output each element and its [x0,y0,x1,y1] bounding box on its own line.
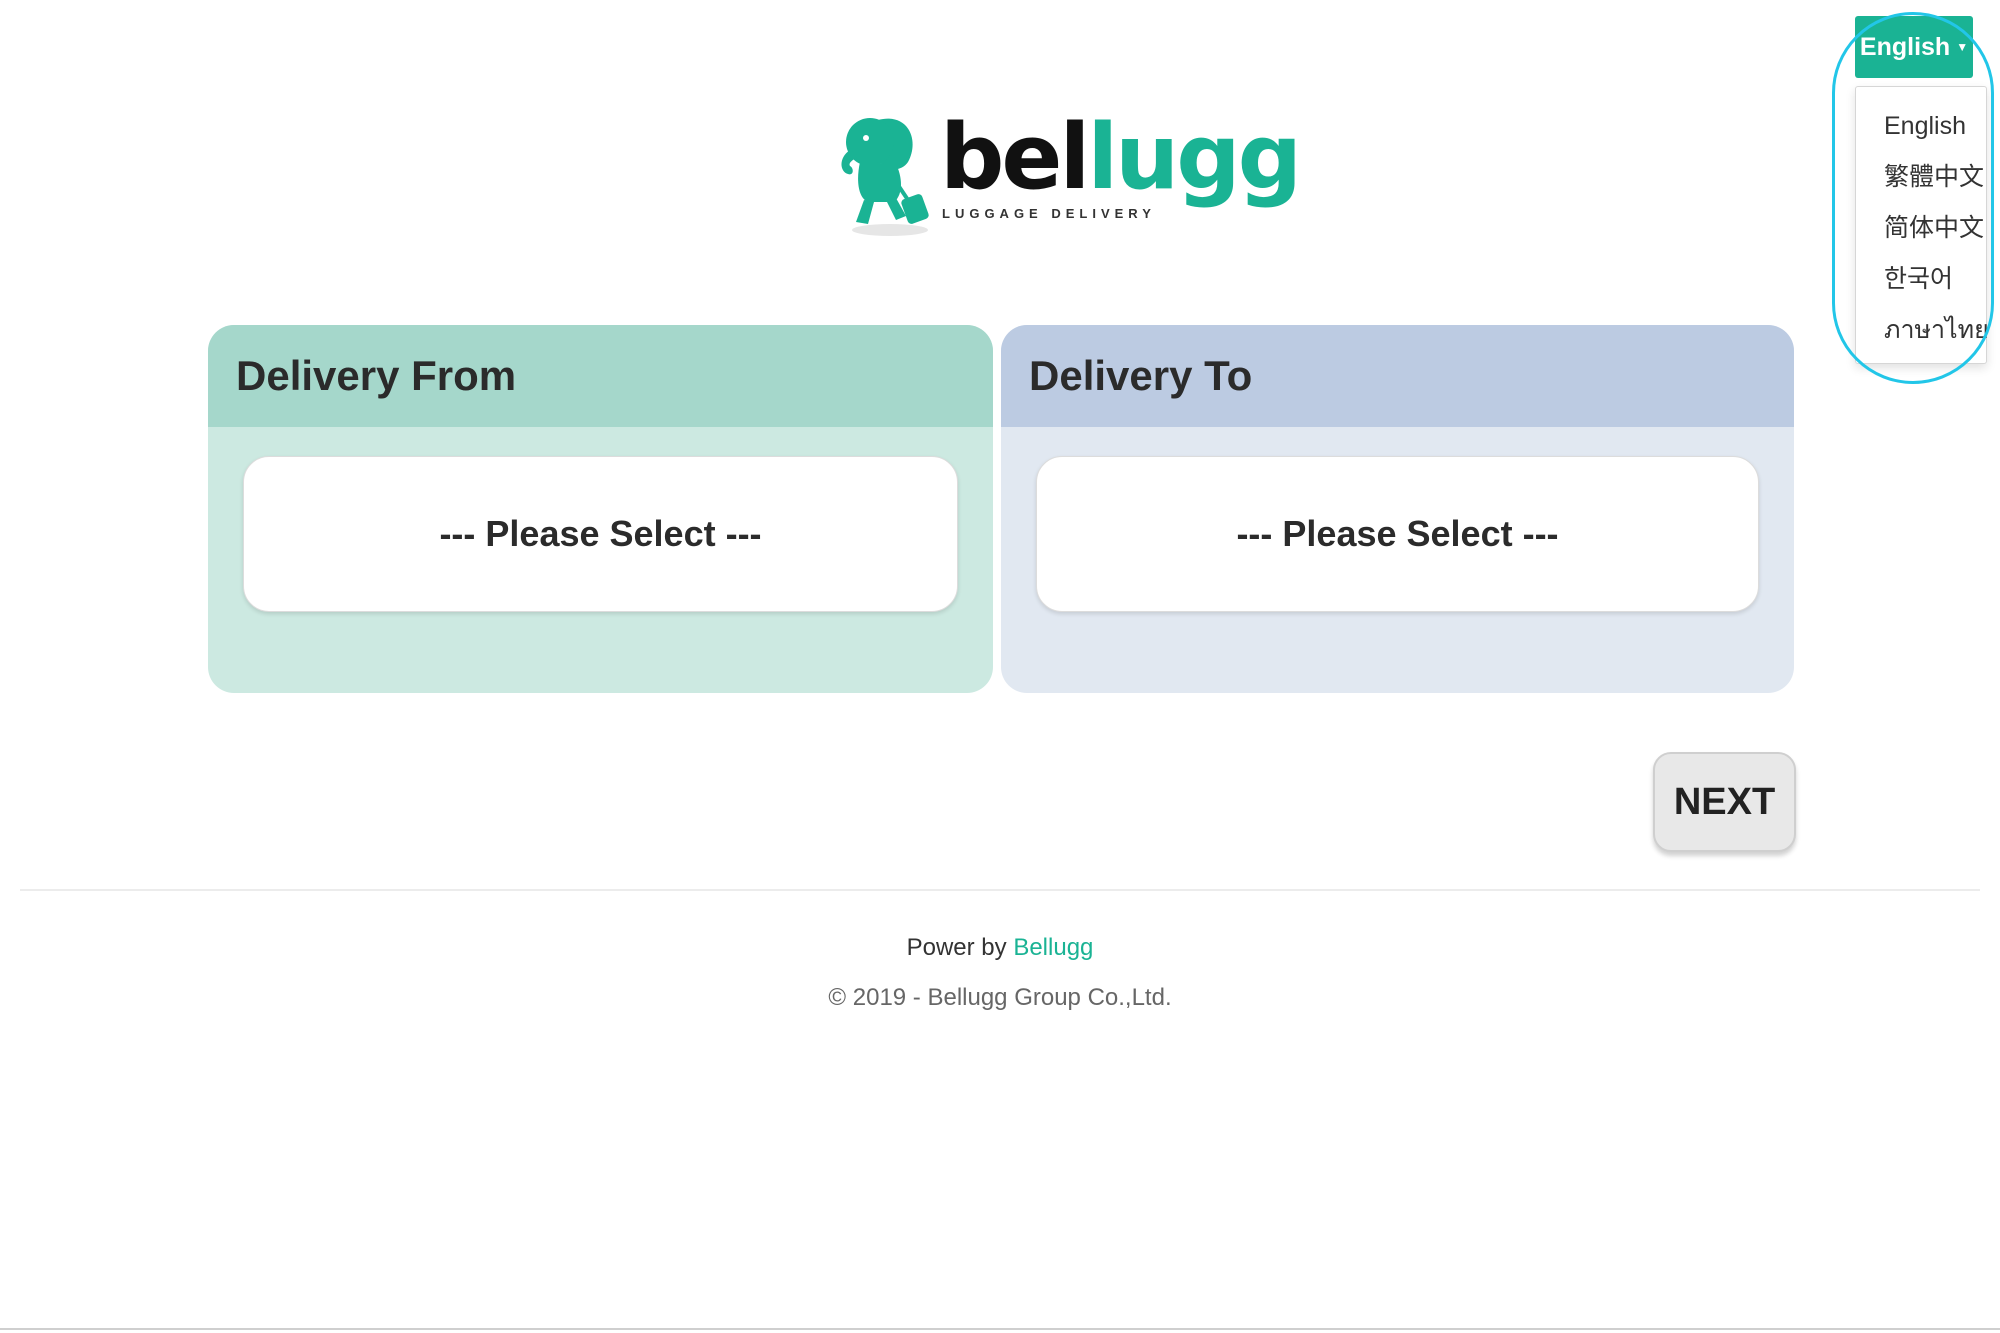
page: English ▼ English 繁體中文 简体中文 한국어 ภาษาไทย [0,0,2000,1333]
delivery-to-panel: Delivery To --- Please Select --- [1001,325,1794,693]
language-option-thai[interactable]: ภาษาไทย [1856,305,1989,356]
bottom-border [0,1328,2000,1330]
elephant-mascot-icon [841,118,929,236]
caret-down-icon: ▼ [1956,40,1969,54]
language-option-english[interactable]: English [1856,101,1986,152]
footer-power-prefix: Power by [906,934,1007,961]
delivery-from-title: Delivery From [208,325,993,427]
delivery-to-select[interactable]: --- Please Select --- [1036,456,1759,612]
delivery-from-panel: Delivery From --- Please Select --- [208,325,993,693]
delivery-to-title: Delivery To [1001,325,1794,427]
language-dropdown-menu: English 繁體中文 简体中文 한국어 ภาษาไทย [1855,86,1989,364]
next-button[interactable]: NEXT [1653,752,1796,852]
language-current-label: English [1859,32,1951,61]
language-option-korean[interactable]: 한국어 [1856,254,1986,305]
footer-divider [20,889,1980,891]
language-dropdown-toggle[interactable]: English ▼ [1855,16,1973,78]
footer-copyright: © 2019 - Bellugg Group Co.,Ltd. [828,984,1172,1011]
bellugg-logo: bellugg LUGGAGE DELIVERY [838,108,1302,243]
delivery-from-select[interactable]: --- Please Select --- [243,456,958,612]
logo-wordmark: bellugg [940,105,1302,210]
logo-tagline: LUGGAGE DELIVERY [942,206,1156,221]
language-option-simplified-chinese[interactable]: 简体中文 [1856,203,1986,254]
footer-power-by: Power by Bellugg [0,934,2000,962]
footer-bellugg-link[interactable]: Bellugg [1013,934,1093,961]
language-option-traditional-chinese[interactable]: 繁體中文 [1856,152,1986,203]
